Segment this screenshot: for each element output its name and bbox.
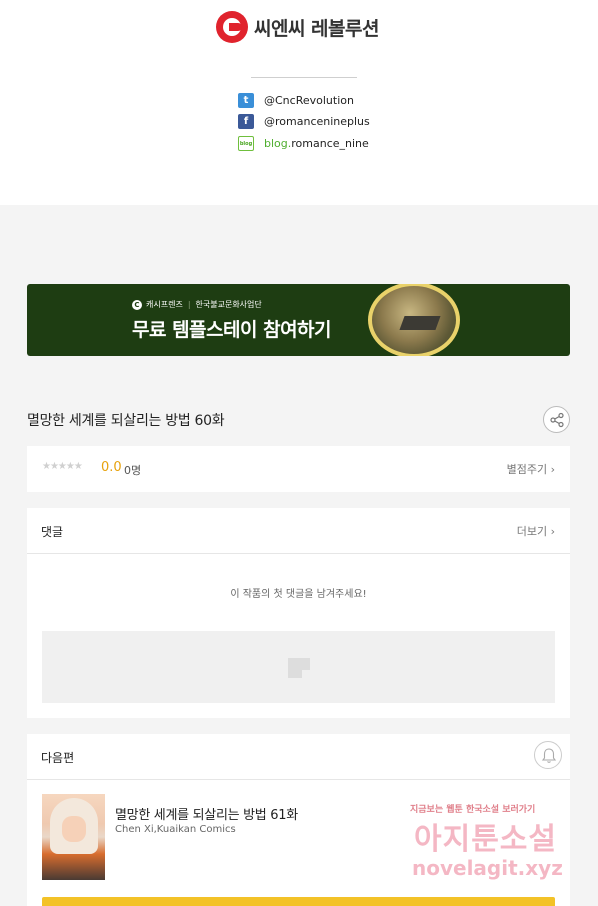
next-episode-authors: Chen Xi,Kuaikan Comics (115, 824, 236, 835)
twitter-handle: @CncRevolution (264, 94, 354, 107)
brand-name: 씨엔씨 레볼루션 (254, 17, 379, 40)
facebook-handle: @romancenineplus (264, 115, 370, 128)
comments-more-link[interactable]: 더보기 › (517, 523, 555, 539)
banner-partner: 한국불교문화사업단 (195, 300, 262, 309)
share-icon (550, 412, 564, 428)
comment-placeholder-icon (288, 658, 310, 678)
temple-image (368, 284, 460, 356)
next-episode-button[interactable] (42, 897, 555, 906)
next-episode-header: 다음편 (27, 734, 570, 780)
banner-separator: | (187, 300, 191, 309)
bell-icon (541, 748, 557, 763)
next-episode-card: 다음편 멸망한 세계를 되살리는 방법 61화 Chen Xi,Kuaikan … (27, 734, 570, 906)
blog-handle: romance_nine (291, 137, 369, 150)
temple-stay-banner[interactable]: C 캐시프렌즈 | 한국불교문화사업단 무료 템플스테이 참여하기 (27, 284, 570, 356)
empty-comments-message: 이 작품의 첫 댓글을 남겨주세요! (230, 589, 367, 600)
comments-header: 댓글 더보기 › (27, 508, 570, 554)
next-episode-thumbnail[interactable] (42, 794, 105, 880)
comments-title: 댓글 (41, 525, 64, 539)
share-button[interactable] (543, 406, 570, 433)
facebook-link[interactable]: f @romancenineplus (238, 114, 370, 129)
banner-sponsor: 캐시프렌즈 (146, 300, 183, 309)
header-section: 씨엔씨 레볼루션 t @CncRevolution f @romancenine… (0, 0, 598, 205)
comments-card: 댓글 더보기 › 이 작품의 첫 댓글을 남겨주세요! (27, 508, 570, 718)
rating-stars-icon: ★★★★★ (42, 461, 83, 472)
blog-link[interactable]: blog blog. romance_nine (238, 136, 369, 151)
divider (251, 77, 357, 78)
episode-title: 멸망한 세계를 되살리는 방법 60화 (27, 413, 225, 429)
rating-count: 0명 (124, 464, 142, 477)
blog-icon: blog (238, 136, 254, 151)
cnc-logo-icon (216, 11, 248, 43)
rate-button[interactable]: 별점주기 › (507, 461, 555, 477)
rating-card: ★★★★★ 0.0 0명 별점주기 › (27, 446, 570, 492)
twitter-icon: t (238, 93, 254, 108)
comment-input-area[interactable] (42, 631, 555, 703)
cashfriends-logo-icon: C (132, 299, 142, 310)
banner-sponsor-line: C 캐시프렌즈 | 한국불교문화사업단 (132, 299, 262, 310)
banner-title: 무료 템플스테이 참여하기 (132, 319, 332, 341)
next-episode-title[interactable]: 멸망한 세계를 되살리는 방법 61화 (115, 804, 298, 823)
blog-prefix: blog. (264, 137, 292, 150)
next-episode-label: 다음편 (41, 751, 75, 765)
notification-bell-button[interactable] (534, 741, 562, 769)
brand-logo[interactable]: 씨엔씨 레볼루션 (216, 10, 379, 44)
twitter-link[interactable]: t @CncRevolution (238, 93, 354, 108)
facebook-icon: f (238, 114, 254, 129)
rating-score: 0.0 (101, 460, 122, 475)
